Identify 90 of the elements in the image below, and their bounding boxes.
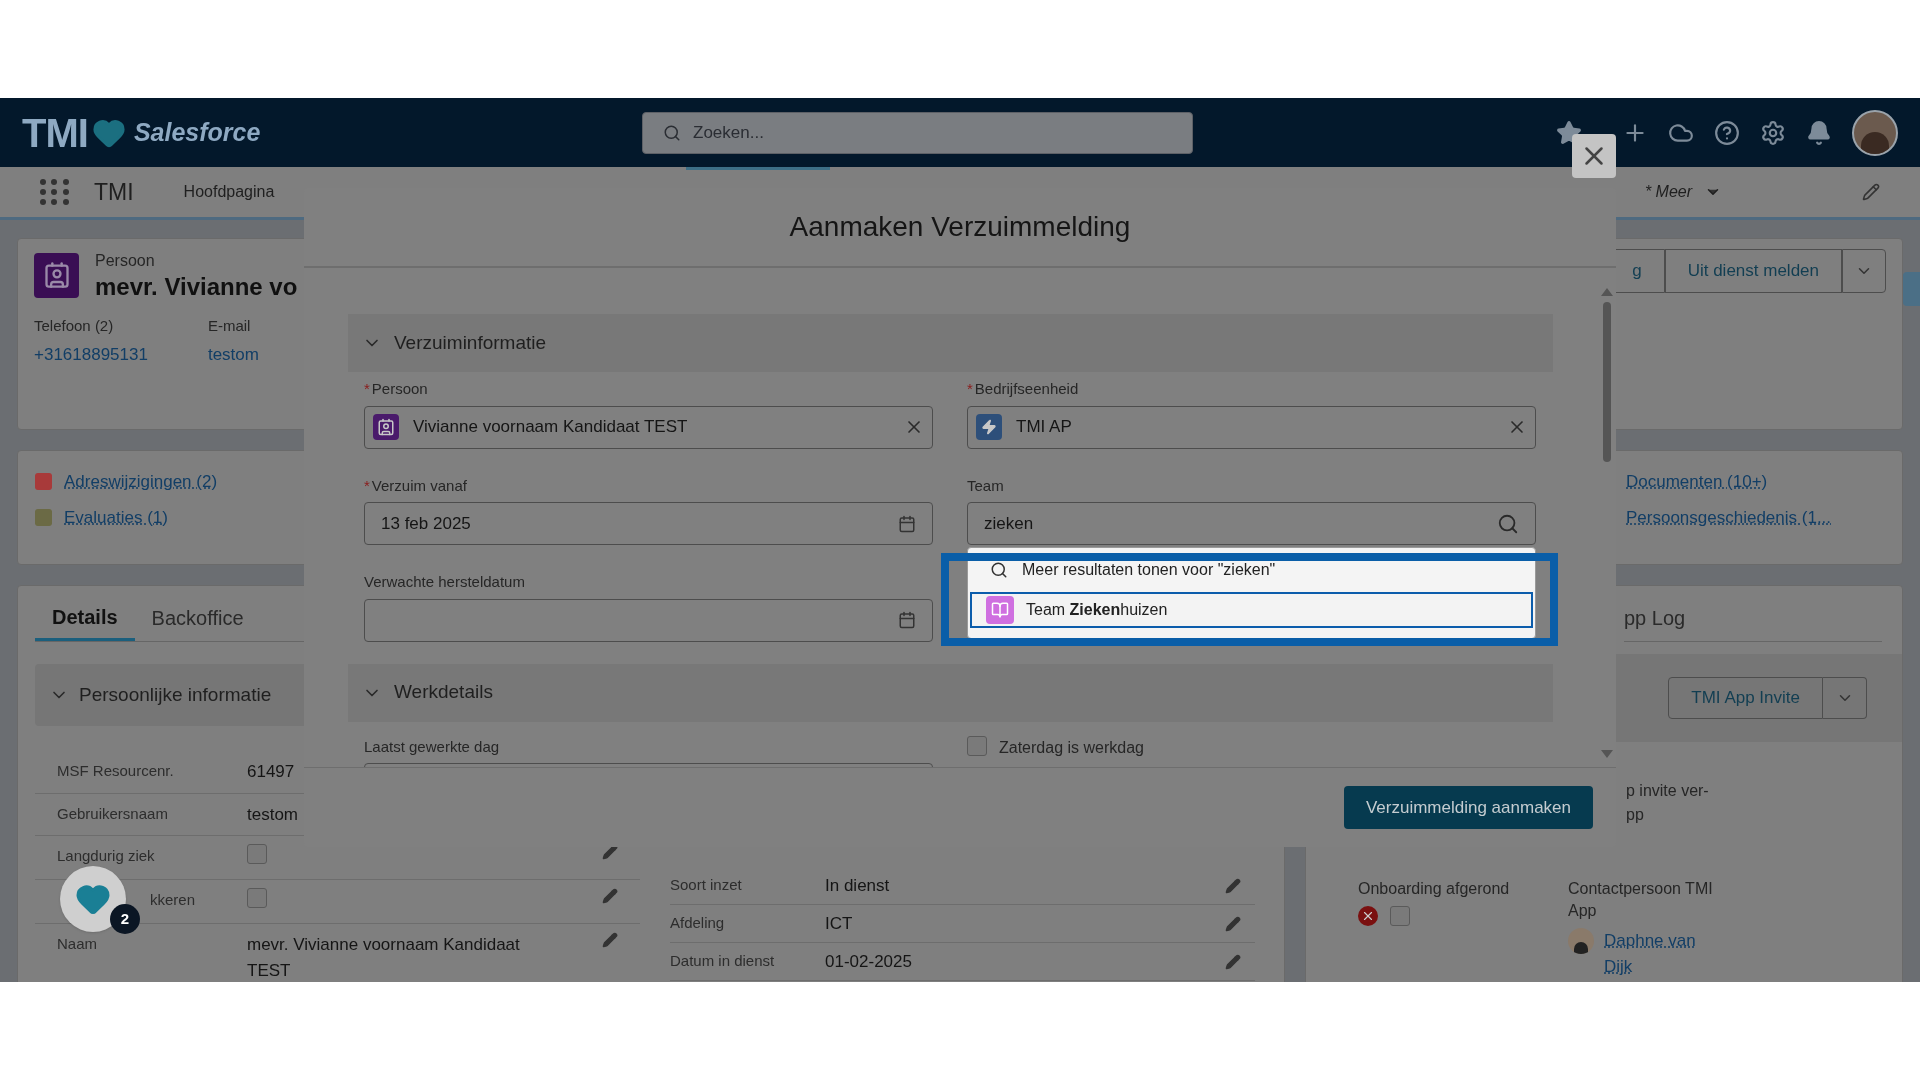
bell-icon[interactable] xyxy=(1806,119,1832,146)
lookup-field[interactable]: TMI AP xyxy=(967,405,1536,449)
checkbox[interactable] xyxy=(1390,906,1410,926)
date-field[interactable]: 13 feb 2025 xyxy=(364,502,933,545)
field-label: Team xyxy=(967,475,1005,496)
submit-button[interactable]: Verzuimmelding aanmaken xyxy=(1343,786,1593,829)
record-name: mevr. Vivianne vo xyxy=(95,273,298,301)
field-label: Telefoon (2) xyxy=(34,316,115,336)
field-label: Naam xyxy=(57,935,97,952)
search-icon xyxy=(663,123,681,142)
field-label: Verwachte hersteldatum xyxy=(364,572,526,592)
logo-text: TMI xyxy=(22,109,88,157)
field-label: E-mail xyxy=(207,316,252,336)
edit-icon[interactable] xyxy=(1862,183,1880,201)
field-value: mevr. Vivianne voornaam Kandidaat TEST xyxy=(247,934,521,982)
edit-icon[interactable] xyxy=(1225,877,1241,894)
search-icon xyxy=(990,561,1008,579)
record-tab[interactable]: Backoffice xyxy=(134,595,261,641)
edit-icon[interactable] xyxy=(602,932,618,948)
email-link[interactable]: testom xyxy=(207,341,259,367)
section-header[interactable]: Verzuiminformatie xyxy=(348,314,1553,372)
field-label: Datum in dienst xyxy=(670,951,776,972)
global-search-field[interactable]: Zoeken... xyxy=(642,111,1193,154)
search-field[interactable]: zieken xyxy=(967,502,1536,545)
user-avatar[interactable] xyxy=(1852,109,1898,156)
field-label: Contactpersoon TMI App xyxy=(1568,879,1714,921)
field-label: *Verzuim vanaf xyxy=(364,475,468,496)
calendar-icon[interactable] xyxy=(898,514,916,533)
lookup-value: Vivianne voornaam Kandidaat TEST xyxy=(413,416,689,439)
person-card-icon xyxy=(34,252,79,298)
phone-link[interactable]: +31618895131 xyxy=(34,341,148,367)
field-label: kkeren xyxy=(150,891,196,908)
edit-icon[interactable] xyxy=(1225,953,1241,970)
field-value: 61497 xyxy=(247,761,296,783)
app-name: TMI xyxy=(94,177,134,207)
lookup-field[interactable]: Vivianne voornaam Kandidaat TEST xyxy=(364,405,933,449)
field-value: 01-02-2025 xyxy=(825,950,913,973)
field-label: Laatst gewerkte dag xyxy=(364,736,501,757)
related-link[interactable]: Documenten (10+) xyxy=(1626,469,1768,495)
field-label: Soort inzet xyxy=(670,875,743,896)
app-launcher-icon[interactable] xyxy=(40,179,70,205)
record-tab[interactable]: pp Log xyxy=(1624,595,1686,641)
related-link[interactable]: Evaluaties (1) xyxy=(64,504,168,530)
field-label: Afdeling xyxy=(670,913,726,934)
section-header[interactable]: Werkdetails xyxy=(348,663,1553,722)
more-tab[interactable]: * Meer xyxy=(1644,180,1722,204)
note-text: pp xyxy=(1626,805,1645,825)
checkbox[interactable] xyxy=(247,844,267,864)
field-label: Langdurig ziek xyxy=(57,847,155,864)
more-actions-button[interactable] xyxy=(1823,677,1867,719)
contact-avatar xyxy=(1568,928,1594,954)
modal-title: Aanmaken Verzuimmelding xyxy=(789,210,1131,244)
contact-link[interactable]: Daphne van Dijk xyxy=(1604,928,1714,979)
record-tab[interactable]: Details xyxy=(35,595,135,641)
person-card-icon xyxy=(373,414,399,440)
action-button[interactable]: Uit dienst melden xyxy=(1664,249,1842,293)
field-label: *Bedrijfseenheid xyxy=(967,379,1080,399)
help-icon[interactable] xyxy=(1714,119,1740,146)
field-value: In dienst xyxy=(825,874,891,897)
close-button[interactable] xyxy=(1572,134,1616,178)
field-label: *Persoon xyxy=(364,379,429,399)
lightning-icon xyxy=(976,414,1002,440)
calendar-icon[interactable] xyxy=(898,611,916,629)
side-panel-toggle[interactable] xyxy=(1903,272,1920,306)
field-label: Gebruikersnaam xyxy=(57,804,168,822)
related-link[interactable]: Adreswijzigingen (2) xyxy=(64,469,218,495)
logo-subtext: Salesforce xyxy=(133,116,261,148)
dropdown-option[interactable]: Team Ziekenhuizen xyxy=(970,592,1533,628)
date-field[interactable] xyxy=(364,598,933,642)
search-icon[interactable] xyxy=(1497,512,1519,535)
checkbox[interactable] xyxy=(967,735,987,756)
related-link[interactable]: Persoonsgeschiedenis (1... xyxy=(1626,504,1832,530)
object-label: Persoon xyxy=(95,251,156,271)
more-actions-button[interactable] xyxy=(1842,249,1886,293)
settings-icon[interactable] xyxy=(1760,119,1786,146)
field-label: MSF Resourcenr. xyxy=(57,762,174,779)
note-text: p invite ver- xyxy=(1626,781,1710,801)
field-value: ICT xyxy=(825,912,854,935)
edit-icon[interactable] xyxy=(602,888,618,904)
checkbox[interactable] xyxy=(247,888,267,908)
checkbox-label: Zaterdag is werkdag xyxy=(999,737,1144,758)
field-value: testom xyxy=(247,803,300,826)
invite-button[interactable]: TMI App Invite xyxy=(1668,677,1823,719)
book-icon xyxy=(986,596,1014,624)
lookup-value: TMI AP xyxy=(1016,416,1073,439)
error-icon xyxy=(1358,906,1378,926)
field-label: Onboarding afgerond xyxy=(1358,879,1511,899)
edit-icon[interactable] xyxy=(1225,915,1241,932)
more-results-option[interactable]: Meer resultaten tonen voor "zieken" xyxy=(970,552,1533,588)
nav-tab[interactable]: Hoofdpagina xyxy=(183,180,275,204)
